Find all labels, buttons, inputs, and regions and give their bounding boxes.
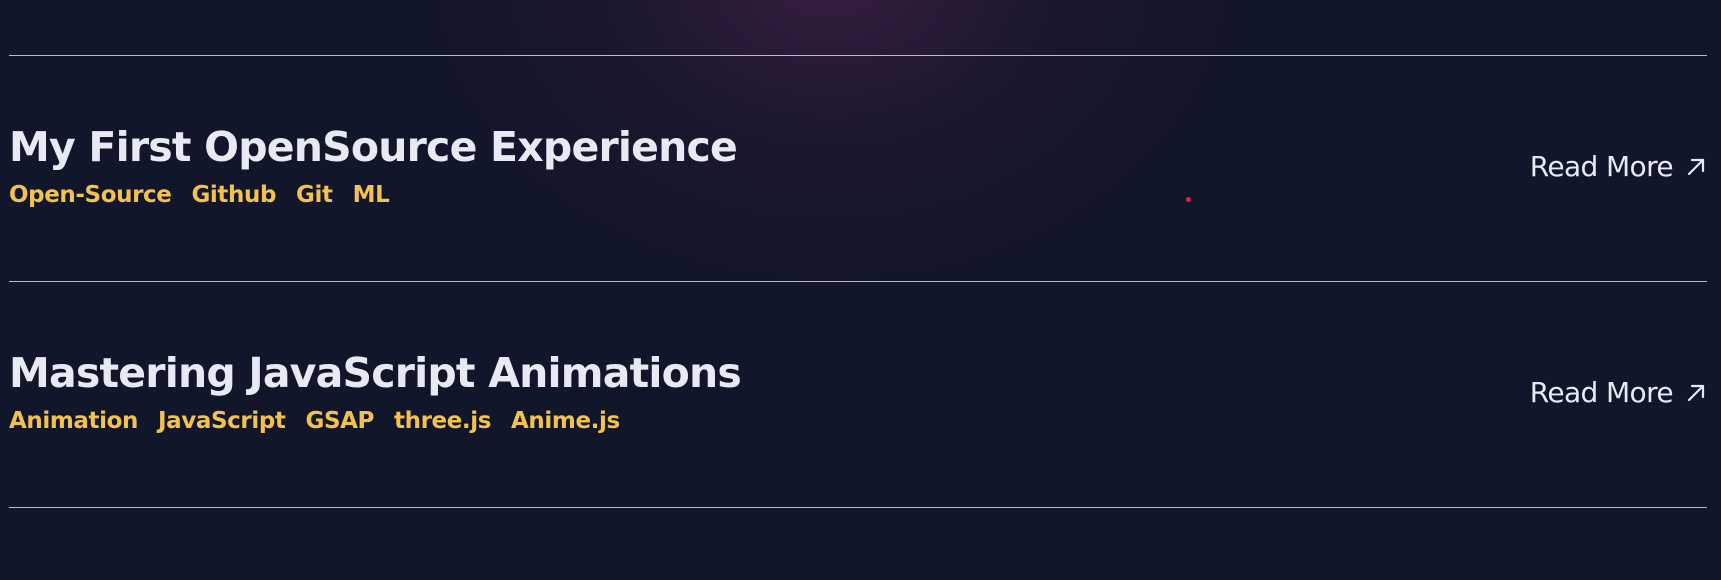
arrow-up-right-icon xyxy=(1687,384,1705,402)
cursor-dot xyxy=(1186,197,1191,202)
read-more-button[interactable]: Read More xyxy=(1530,379,1707,407)
post-title: Mastering JavaScript Animations xyxy=(9,349,742,397)
blog-post-1: My First OpenSource Experience Open-Sour… xyxy=(9,56,1707,281)
tag-open-source[interactable]: Open-Source xyxy=(9,184,172,207)
arrow-up-right-icon xyxy=(1687,158,1705,176)
tag-animation[interactable]: Animation xyxy=(9,410,138,433)
read-more-label: Read More xyxy=(1529,150,1674,183)
tag-animejs[interactable]: Anime.js xyxy=(511,410,620,433)
tag-threejs[interactable]: three.js xyxy=(394,410,491,433)
post-tags: Open-Source Github Git ML xyxy=(9,184,390,207)
blog-list: My First OpenSource Experience Open-Sour… xyxy=(9,0,1707,580)
tag-javascript[interactable]: JavaScript xyxy=(158,410,286,433)
read-more-label: Read More xyxy=(1529,376,1674,409)
tag-ml[interactable]: ML xyxy=(353,184,390,207)
tag-github[interactable]: Github xyxy=(191,184,276,207)
post-title: My First OpenSource Experience xyxy=(9,123,738,171)
tag-gsap[interactable]: GSAP xyxy=(305,410,374,433)
tag-git[interactable]: Git xyxy=(296,184,333,207)
post-tags: Animation JavaScript GSAP three.js Anime… xyxy=(9,410,620,433)
blog-post-2: Mastering JavaScript Animations Animatio… xyxy=(9,282,1707,507)
read-more-button[interactable]: Read More xyxy=(1530,153,1707,181)
divider-bottom xyxy=(9,507,1707,508)
